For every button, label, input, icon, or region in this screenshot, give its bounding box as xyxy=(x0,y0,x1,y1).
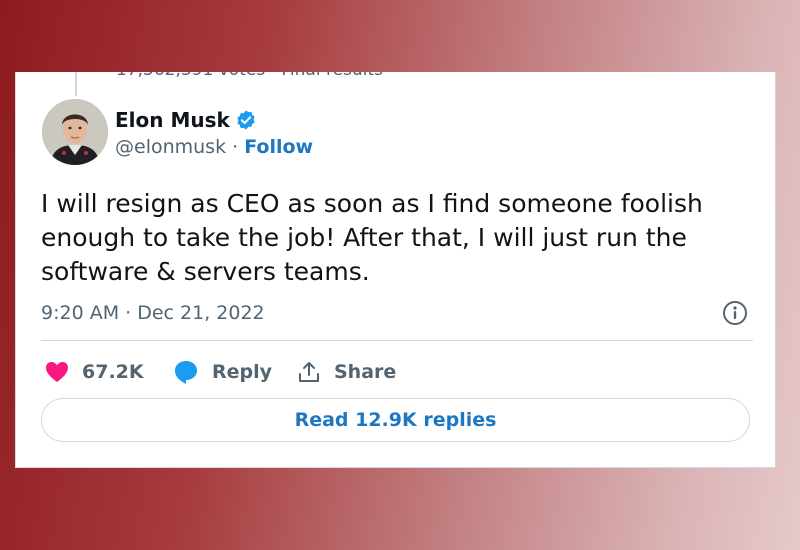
share-upload-icon xyxy=(299,362,319,382)
like-button[interactable]: 67.2K xyxy=(45,357,144,387)
reply-button[interactable]: Reply xyxy=(173,357,272,387)
heart-icon xyxy=(46,362,68,382)
share-button[interactable]: Share xyxy=(297,357,396,387)
read-replies-button[interactable]: Read 12.9K replies xyxy=(41,398,750,442)
info-icon[interactable] xyxy=(722,300,748,326)
author-handle-row: @elonmusk · Follow xyxy=(115,136,313,158)
tweet-text: I will resign as CEO as soon as I find s… xyxy=(41,189,703,286)
avatar[interactable] xyxy=(42,99,108,165)
divider xyxy=(41,340,753,341)
poll-results-text: 17,562,391 votes · Final results xyxy=(116,72,383,80)
verified-badge-icon xyxy=(235,109,257,131)
handle-separator: · xyxy=(226,136,245,158)
reply-label: Reply xyxy=(212,361,273,383)
thread-connector-line xyxy=(75,72,77,96)
author-handle[interactable]: @elonmusk xyxy=(115,136,226,158)
reply-bubble-icon xyxy=(175,361,197,384)
like-count: 67.2K xyxy=(82,361,144,383)
author-name[interactable]: Elon Musk xyxy=(115,108,230,132)
author-name-row: Elon Musk xyxy=(115,108,257,132)
follow-button[interactable]: Follow xyxy=(244,136,313,158)
share-label: Share xyxy=(334,361,397,383)
tweet-timestamp[interactable]: 9:20 AM · Dec 21, 2022 xyxy=(41,302,265,324)
tweet-card: 17,562,391 votes · Final results Elon Mu… xyxy=(15,72,776,468)
